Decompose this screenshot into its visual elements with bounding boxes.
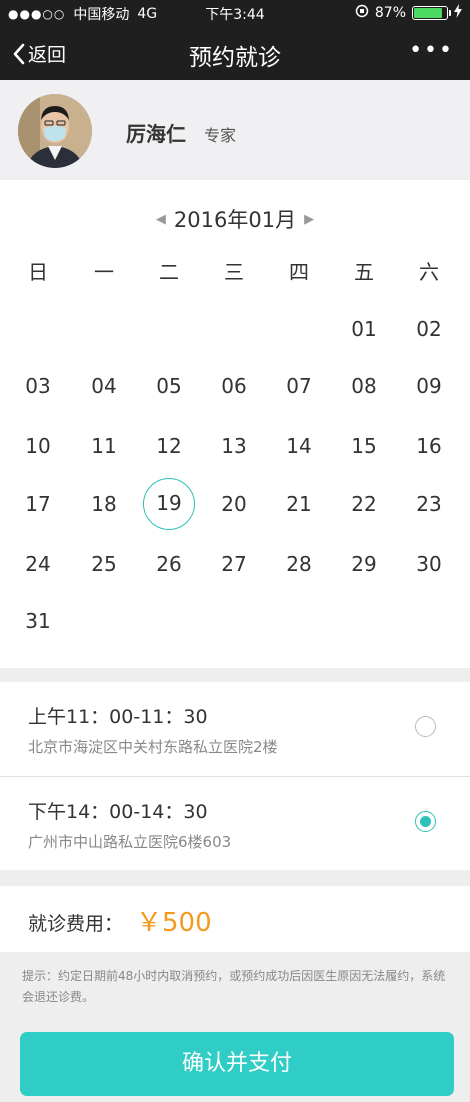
calendar-day[interactable]: 06	[208, 360, 260, 412]
more-options-button[interactable]: •••	[409, 38, 454, 63]
calendar-day[interactable]: 16	[403, 420, 455, 472]
calendar-day[interactable]: 20	[208, 478, 260, 530]
calendar-day[interactable]: 22	[338, 478, 390, 530]
charging-icon	[454, 4, 462, 22]
calendar-day[interactable]: 23	[403, 478, 455, 530]
calendar-day[interactable]: 04	[78, 360, 130, 412]
status-bar: ●●●○○ 中国移动 4G 下午3:44 87%	[0, 0, 470, 26]
status-right: 87%	[355, 4, 462, 22]
slot-radio[interactable]	[415, 716, 436, 737]
calendar-day[interactable]: 03	[12, 360, 64, 412]
slot-time: 下午14：00-14：30	[28, 801, 208, 823]
calendar-day[interactable]: 07	[273, 360, 325, 412]
calendar-day[interactable]: 15	[338, 420, 390, 472]
calendar-day[interactable]: 31	[12, 595, 64, 647]
calendar-day[interactable]: 27	[208, 538, 260, 590]
calendar-day[interactable]: 08	[338, 360, 390, 412]
fee-amount: ￥500	[136, 908, 212, 938]
prev-month-icon[interactable]: ◀	[156, 212, 166, 227]
calendar-day[interactable]: 10	[12, 420, 64, 472]
doctor-name: 厉海仁	[126, 122, 186, 146]
calendar-day[interactable]: 18	[78, 478, 130, 530]
time-slot[interactable]: 上午11：00-11：30 北京市海淀区中关村东路私立医院2楼	[0, 682, 470, 775]
calendar-day[interactable]: 11	[78, 420, 130, 472]
calendar-day[interactable]: 17	[12, 478, 64, 530]
calendar-day[interactable]: 25	[78, 538, 130, 590]
calendar-day[interactable]: 24	[12, 538, 64, 590]
calendar: ◀ 2016年01月 ▶ 日一二三四五六 01 02 03 04 05 06 07 08 09 1…	[0, 180, 470, 668]
doctor-avatar	[18, 94, 92, 168]
battery-icon	[412, 6, 451, 20]
calendar-weekdays: 日一二三四五六	[0, 256, 470, 286]
notice-text: 提示：约定日期前48小时内取消预约，或预约成功后因医生原因无法履约，系统会退还诊…	[22, 969, 446, 1004]
calendar-day[interactable]: 26	[143, 538, 195, 590]
time-slot-list: 上午11：00-11：30 北京市海淀区中关村东路私立医院2楼 下午14：00-…	[0, 682, 470, 870]
doctor-info: 厉海仁 专家	[0, 80, 470, 178]
fee-label: 就诊费用：	[28, 913, 124, 935]
calendar-day[interactable]: 30	[403, 538, 455, 590]
orientation-lock-icon	[355, 4, 369, 22]
weekday-label: 一	[94, 260, 114, 284]
weekday-label: 日	[28, 260, 48, 284]
fee-row: 就诊费用： ￥500	[0, 886, 470, 952]
calendar-header: ◀ 2016年01月 ▶	[0, 204, 470, 234]
slot-radio[interactable]	[415, 811, 436, 832]
page-title: 预约就诊	[189, 45, 281, 71]
slot-address: 广州市中山路私立医院6楼603	[28, 833, 232, 851]
weekday-label: 三	[224, 260, 244, 284]
calendar-day[interactable]: 21	[273, 478, 325, 530]
calendar-day-selected[interactable]: 19	[143, 478, 195, 530]
weekday-label: 五	[354, 260, 374, 284]
calendar-day[interactable]: 13	[208, 420, 260, 472]
battery-percent: 87%	[374, 5, 406, 21]
weekday-label: 四	[289, 260, 309, 284]
nav-bar: 返回 预约就诊 •••	[0, 26, 470, 80]
doctor-title-tag: 专家	[204, 126, 237, 145]
time-slot[interactable]: 下午14：00-14：30 广州市中山路私立医院6楼603	[0, 776, 470, 869]
confirm-pay-button[interactable]: 确认并支付	[20, 1032, 454, 1096]
calendar-day[interactable]: 12	[143, 420, 195, 472]
weekday-label: 二	[159, 260, 179, 284]
calendar-day[interactable]: 02	[403, 303, 455, 355]
calendar-day[interactable]: 09	[403, 360, 455, 412]
calendar-day[interactable]: 01	[338, 303, 390, 355]
calendar-day[interactable]: 29	[338, 538, 390, 590]
slot-address: 北京市海淀区中关村东路私立医院2楼	[28, 738, 278, 756]
next-month-icon[interactable]: ▶	[304, 212, 314, 227]
calendar-month-label: 2016年01月	[173, 208, 297, 232]
weekday-label: 六	[419, 260, 439, 284]
calendar-day[interactable]: 14	[273, 420, 325, 472]
slot-time: 上午11：00-11：30	[28, 706, 208, 728]
calendar-day[interactable]: 05	[143, 360, 195, 412]
calendar-day[interactable]: 28	[273, 538, 325, 590]
